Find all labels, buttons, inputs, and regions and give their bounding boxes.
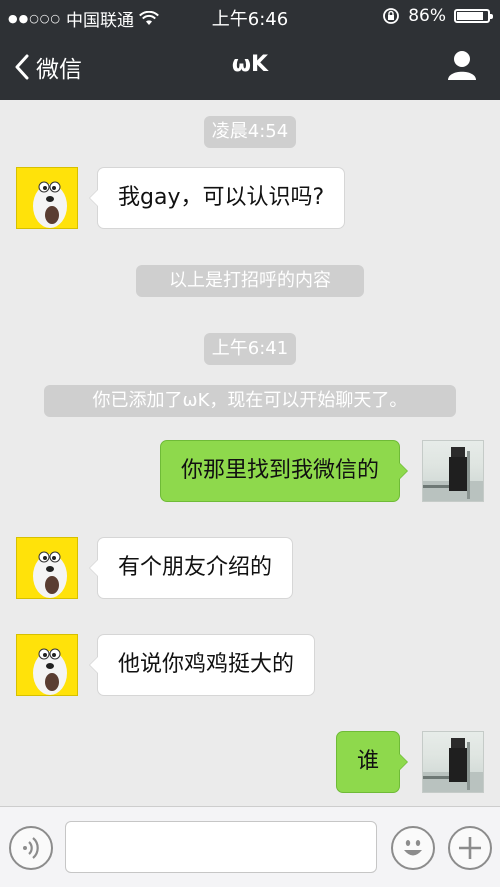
cartoon-bear-avatar-icon — [33, 181, 67, 228]
voice-button[interactable] — [9, 826, 53, 870]
system-notice: 以上是打招呼的内容 — [136, 265, 364, 297]
incoming-message[interactable]: 他说你鸡鸡挺大的 — [88, 634, 316, 696]
page-title: ωK — [231, 52, 269, 77]
status-right-group: 86% — [382, 6, 493, 26]
voice-icon — [23, 837, 39, 859]
system-notice: 你已添加了ωK，现在可以开始聊天了。 — [44, 385, 456, 417]
emoji-button[interactable] — [391, 826, 435, 870]
person-photo-avatar-icon — [423, 738, 483, 792]
avatar[interactable] — [16, 537, 78, 599]
emoji-icon — [404, 840, 422, 856]
more-button[interactable] — [448, 826, 492, 870]
chat-area[interactable]: 凌晨4:54 我gay，可以认识吗? 以上是打招呼的内容 上午6:41 你已添加… — [0, 100, 500, 806]
battery-icon — [454, 9, 493, 23]
person-icon — [448, 51, 476, 80]
outgoing-message[interactable]: 你那里找到我微信的 — [159, 440, 409, 502]
rotation-lock-icon — [383, 8, 400, 24]
my-avatar[interactable] — [422, 731, 484, 793]
timestamp: 上午6:41 — [204, 333, 296, 365]
status-bar: ●●○○○ 中国联通 上午6:46 86% — [0, 0, 500, 34]
contact-profile-button[interactable] — [446, 49, 478, 85]
avatar[interactable] — [16, 167, 78, 229]
battery-percent: 86% — [408, 6, 446, 26]
cartoon-bear-avatar-icon — [33, 551, 67, 598]
incoming-message[interactable]: 我gay，可以认识吗? — [88, 167, 346, 229]
cartoon-bear-avatar-icon — [33, 648, 67, 695]
avatar[interactable] — [16, 634, 78, 696]
battery-fill — [457, 12, 483, 20]
outgoing-message[interactable]: 谁 — [335, 731, 409, 793]
person-photo-avatar-icon — [423, 447, 483, 501]
my-avatar[interactable] — [422, 440, 484, 502]
timestamp: 凌晨4:54 — [204, 116, 296, 148]
plus-icon — [459, 837, 481, 859]
incoming-message[interactable]: 有个朋友介绍的 — [88, 537, 294, 599]
input-bar — [0, 806, 500, 887]
top-bar: ●●○○○ 中国联通 上午6:46 86% 微信 ωK — [0, 0, 500, 100]
navigation-bar: 微信 ωK — [0, 34, 500, 100]
message-input[interactable] — [65, 821, 377, 873]
